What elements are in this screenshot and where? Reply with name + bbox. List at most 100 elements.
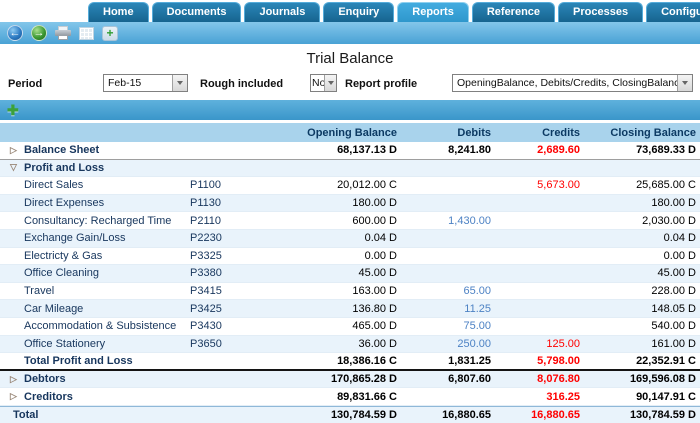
closing-balance-value: 25,685.00 C <box>636 179 696 192</box>
tab-enquiry[interactable]: Enquiry <box>323 2 395 22</box>
closing-balance-value: 0.04 D <box>663 232 696 245</box>
tab-documents[interactable]: Documents <box>151 2 242 22</box>
account-name: Car Mileage <box>24 302 84 315</box>
account-code: P3380 <box>190 267 222 280</box>
table-row-total: Total 130,784.59 D 16,880.65 16,880.65 130,7… <box>0 405 700 423</box>
table-row-car-mileage: Car Mileage P3425 136.80 D 11.25 148.05 D <box>0 300 700 318</box>
expand-icon[interactable]: ▷ <box>8 374 19 384</box>
debits-value[interactable]: 11.25 <box>397 303 491 315</box>
account-name: Exchange Gain/Loss <box>24 232 126 245</box>
period-label: Period <box>8 78 43 90</box>
credits-value: 5,798.00 <box>537 354 580 367</box>
toolbar: ← → + <box>0 22 700 44</box>
opening-balance-value: 600.00 D <box>352 214 397 227</box>
account-name: Travel <box>24 285 55 298</box>
expand-icon[interactable]: ▷ <box>8 392 19 401</box>
collapse-icon[interactable]: ▽ <box>8 163 19 172</box>
tab-reports[interactable]: Reports <box>397 2 469 22</box>
account-name: Total <box>13 409 39 422</box>
table-header-row: Opening Balance Debits Credits Closing B… <box>0 123 700 142</box>
debits-value[interactable]: 65.00 <box>397 285 491 297</box>
grid-icon[interactable] <box>79 26 94 40</box>
account-code: P3425 <box>190 302 222 315</box>
column-header-closing-balance: Closing Balance <box>610 126 696 139</box>
debits-value: 1,831.25 <box>448 354 491 367</box>
account-code: P2230 <box>190 232 222 245</box>
closing-balance-value: 130,784.59 D <box>629 409 696 422</box>
account-code: P1100 <box>190 179 221 192</box>
table-row-balance-sheet: ▷ Balance Sheet 68,137.13 D 8,241.80 2,689.6… <box>0 142 700 160</box>
table-row-profit-and-loss: ▽ Profit and Loss <box>0 159 700 178</box>
debits-value: 6,807.60 <box>448 373 491 386</box>
column-header-credits: Credits <box>542 126 580 139</box>
opening-balance-value: 68,137.13 D <box>337 144 397 157</box>
filter-bar: Period Feb-15 Rough included No Report p… <box>0 70 700 98</box>
credits-value: 316.25 <box>546 390 580 403</box>
report-profile-select[interactable]: OpeningBalance, Debits/Credits, ClosingB… <box>452 74 693 92</box>
tab-configuration[interactable]: Configuration <box>646 2 700 22</box>
opening-balance-value: 0.04 D <box>364 232 397 245</box>
table-row-debtors: ▷ Debtors 170,865.28 D 6,807.60 8,076.80 169,… <box>0 370 700 389</box>
debits-value[interactable]: 1,430.00 <box>397 215 491 227</box>
debits-value[interactable]: 75.00 <box>397 320 491 332</box>
table-row-consultancy-recharged-time: Consultancy: Recharged Time P2110 600.00 D… <box>0 212 700 230</box>
expand-icon[interactable]: ▷ <box>8 145 19 155</box>
table-row-creditors: ▷ Creditors 89,831.66 C 316.25 90,147.91 C <box>0 388 700 406</box>
add-bar: ✚ <box>0 100 700 120</box>
closing-balance-value: 2,030.00 D <box>642 214 696 227</box>
add-row-icon[interactable]: ✚ <box>7 103 19 117</box>
tab-home[interactable]: Home <box>88 2 149 22</box>
credits-value: 8,076.80 <box>537 373 580 386</box>
column-header-debits: Debits <box>457 126 491 139</box>
tab-journals[interactable]: Journals <box>244 2 321 22</box>
report-profile-value: OpeningBalance, Debits/Credits, ClosingB… <box>457 77 677 89</box>
closing-balance-value: 0.00 D <box>663 249 696 262</box>
debits-value[interactable]: 250.00 <box>397 338 491 350</box>
account-name: Electricty & Gas <box>24 249 103 262</box>
column-header-opening-balance: Opening Balance <box>307 126 397 139</box>
opening-balance-value: 136.80 D <box>352 302 397 315</box>
account-name: Direct Expenses <box>24 197 105 210</box>
forward-icon[interactable]: → <box>31 25 47 41</box>
opening-balance-value: 20,012.00 C <box>337 179 397 192</box>
account-name: Balance Sheet <box>24 144 100 157</box>
tab-reference[interactable]: Reference <box>471 2 556 22</box>
debits-value: 16,880.65 <box>442 409 491 422</box>
table-row-direct-expenses: Direct Expenses P1130 180.00 D 180.00 D <box>0 194 700 213</box>
closing-balance-value: 148.05 D <box>651 302 696 315</box>
account-name: Profit and Loss <box>24 161 105 174</box>
opening-balance-value: 170,865.28 D <box>330 373 397 386</box>
tab-strip: Home Documents Journals Enquiry Reports Refer… <box>88 2 700 22</box>
opening-balance-value: 18,386.16 C <box>337 354 397 367</box>
account-code: P3650 <box>190 337 222 350</box>
opening-balance-value: 0.00 D <box>364 249 397 262</box>
chevron-down-icon[interactable] <box>172 75 187 91</box>
credits-value: 2,689.60 <box>537 144 580 157</box>
period-select[interactable]: Feb-15 <box>103 74 188 92</box>
account-code: P1130 <box>190 197 221 210</box>
print-icon-tray <box>58 35 68 40</box>
closing-balance-value: 73,689.33 D <box>636 144 696 157</box>
print-icon[interactable] <box>55 26 71 40</box>
rough-included-select[interactable]: No <box>310 74 337 92</box>
tab-processes[interactable]: Processes <box>558 2 644 22</box>
add-box-icon[interactable]: + <box>102 25 118 41</box>
account-name: Office Stationery <box>24 337 106 350</box>
account-code: P2110 <box>190 214 221 227</box>
account-name: Total Profit and Loss <box>24 354 133 367</box>
closing-balance-value: 45.00 D <box>657 267 696 280</box>
credits-value: 16,880.65 <box>531 409 580 422</box>
opening-balance-value: 163.00 D <box>352 285 397 298</box>
chevron-down-icon[interactable] <box>324 75 336 91</box>
chevron-down-icon[interactable] <box>677 75 692 91</box>
report-profile-label: Report profile <box>345 78 418 90</box>
table-row-office-cleaning: Office Cleaning P3380 45.00 D 45.00 D <box>0 265 700 283</box>
account-code: P3430 <box>190 320 222 333</box>
opening-balance-value: 36.00 D <box>358 337 397 350</box>
account-code: P3325 <box>190 249 222 262</box>
account-name: Creditors <box>24 390 73 403</box>
rough-included-value: No <box>312 77 324 89</box>
back-icon[interactable]: ← <box>7 25 23 41</box>
table-row-electricty-gas: Electricty & Gas P3325 0.00 D 0.00 D <box>0 247 700 266</box>
opening-balance-value: 465.00 D <box>352 320 397 333</box>
